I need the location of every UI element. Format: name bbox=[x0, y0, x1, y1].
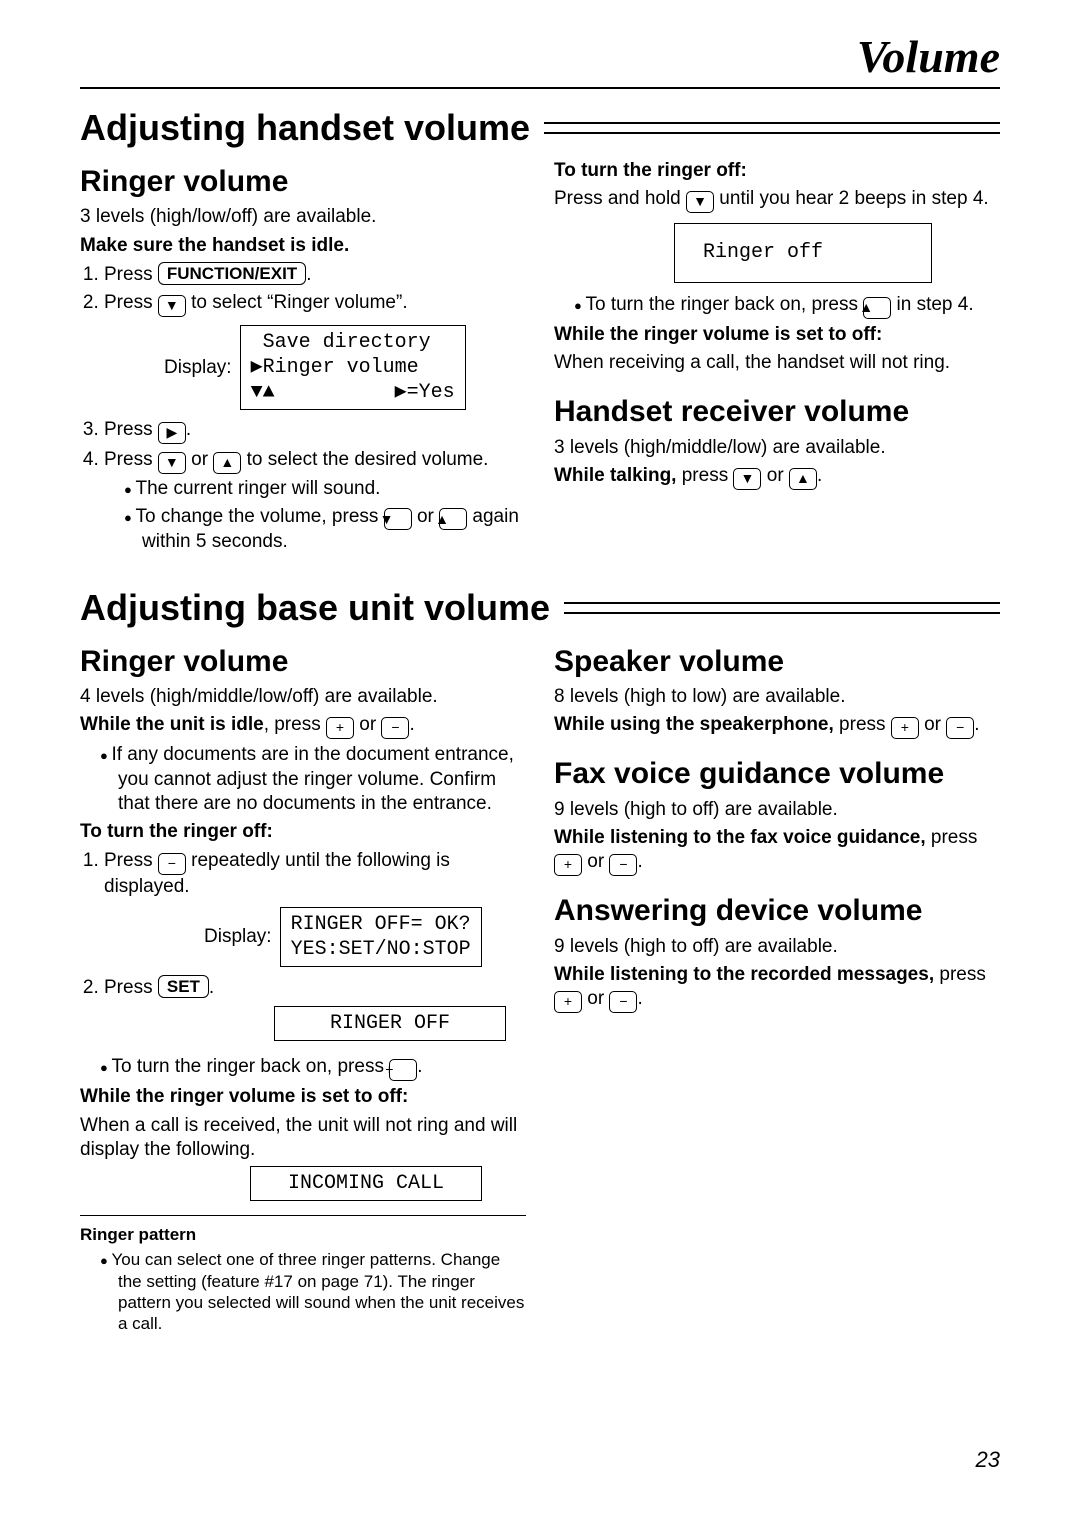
two-column-layout: Ringer volume 4 levels (high/middle/low/… bbox=[80, 635, 1000, 1338]
speaker-intro: 8 levels (high to low) are available. bbox=[554, 685, 1000, 709]
bullet-list: You can select one of three ringer patte… bbox=[80, 1249, 526, 1334]
lcd-display: INCOMING CALL bbox=[250, 1166, 482, 1201]
chapter-title: Volume bbox=[80, 30, 1000, 89]
ringer-off-text: Press and hold ▼ until you hear 2 beeps … bbox=[554, 187, 1000, 213]
set-key: SET bbox=[158, 975, 209, 998]
display-label: Display: bbox=[164, 356, 232, 380]
plus-key: + bbox=[389, 1059, 417, 1081]
down-key: ▼ bbox=[384, 508, 412, 530]
sub-bullets: The current ringer will sound. To change… bbox=[104, 477, 526, 555]
section-heading: Adjusting base unit volume bbox=[80, 587, 1000, 629]
bullet: If any documents are in the document ent… bbox=[100, 743, 526, 816]
down-key: ▼ bbox=[158, 452, 186, 474]
bullet-list: To turn the ringer back on, press +. bbox=[80, 1055, 526, 1081]
intro-text: 4 levels (high/middle/low/off) are avail… bbox=[80, 685, 526, 709]
subheading-speaker: Speaker volume bbox=[554, 643, 1000, 681]
footnote-heading: Ringer pattern bbox=[80, 1224, 526, 1245]
divider bbox=[80, 1215, 526, 1216]
heading-rule bbox=[564, 602, 1000, 614]
subheading-ringer: Ringer volume bbox=[80, 643, 526, 681]
plus-key: + bbox=[891, 717, 919, 739]
receiver-instruction: While talking, press ▼ or ▲. bbox=[554, 464, 1000, 490]
manual-page: Volume Adjusting handset volume Ringer v… bbox=[0, 0, 1080, 1513]
lcd-display: RINGER OFF bbox=[274, 1006, 506, 1041]
bullet: To turn the ringer back on, press +. bbox=[100, 1055, 526, 1081]
subheading-fax: Fax voice guidance volume bbox=[554, 755, 1000, 793]
plus-key: + bbox=[326, 717, 354, 739]
minus-key: − bbox=[946, 717, 974, 739]
lcd-display: Save directory ▶Ringer volume ▼▲ ▶=Yes bbox=[240, 325, 466, 410]
step-4: Press ▼ or ▲ to select the desired volum… bbox=[104, 448, 526, 555]
while-off-heading: While the ringer volume is set to off: bbox=[80, 1085, 526, 1109]
bullet-list: If any documents are in the document ent… bbox=[80, 743, 526, 816]
display-label: Display: bbox=[204, 925, 272, 949]
up-key: ▲ bbox=[213, 452, 241, 474]
down-key: ▼ bbox=[686, 191, 714, 213]
speaker-instruction: While using the speakerphone, press + or… bbox=[554, 713, 1000, 739]
ringer-off-heading: To turn the ringer off: bbox=[554, 159, 1000, 183]
step-2: Press SET. RINGER OFF bbox=[104, 975, 526, 1041]
idle-note: Make sure the handset is idle. bbox=[80, 234, 526, 258]
while-off-text: When a call is received, the unit will n… bbox=[80, 1114, 526, 1163]
while-off-text: When receiving a call, the handset will … bbox=[554, 351, 1000, 375]
bullet: To turn the ringer back on, press ▲ in s… bbox=[574, 293, 1000, 319]
subheading-answering: Answering device volume bbox=[554, 892, 1000, 930]
heading-rule bbox=[544, 122, 1000, 134]
left-column: Ringer volume 4 levels (high/middle/low/… bbox=[80, 635, 526, 1338]
intro-text: 3 levels (high/low/off) are available. bbox=[80, 205, 526, 229]
left-column: Ringer volume 3 levels (high/low/off) ar… bbox=[80, 155, 526, 559]
bullet-list: To turn the ringer back on, press ▲ in s… bbox=[554, 293, 1000, 319]
lcd-display-row: Display: RINGER OFF= OK? YES:SET/NO:STOP bbox=[204, 907, 526, 967]
plus-key: + bbox=[554, 991, 582, 1013]
fax-intro: 9 levels (high to off) are available. bbox=[554, 798, 1000, 822]
minus-key: − bbox=[609, 854, 637, 876]
step-2: Press ▼ to select “Ringer volume”. Displ… bbox=[104, 291, 526, 410]
down-key: ▼ bbox=[733, 468, 761, 490]
fax-instruction: While listening to the fax voice guidanc… bbox=[554, 826, 1000, 876]
step-1: Press FUNCTION/EXIT. bbox=[104, 262, 526, 287]
up-key: ▲ bbox=[439, 508, 467, 530]
two-column-layout: Ringer volume 3 levels (high/low/off) ar… bbox=[80, 155, 1000, 559]
while-off-heading: While the ringer volume is set to off: bbox=[554, 323, 1000, 347]
function-exit-key: FUNCTION/EXIT bbox=[158, 262, 306, 285]
bullet: You can select one of three ringer patte… bbox=[100, 1249, 526, 1334]
footnote: Ringer pattern You can select one of thr… bbox=[80, 1224, 526, 1334]
subheading-ringer: Ringer volume bbox=[80, 163, 526, 201]
right-column: To turn the ringer off: Press and hold ▼… bbox=[554, 155, 1000, 559]
bullet: To change the volume, press ▼ or ▲ again… bbox=[124, 505, 526, 555]
ans-instruction: While listening to the recorded messages… bbox=[554, 963, 1000, 1013]
section-heading: Adjusting handset volume bbox=[80, 107, 1000, 149]
section-title-text: Adjusting base unit volume bbox=[80, 587, 550, 629]
idle-instruction: While the unit is idle, press + or −. bbox=[80, 713, 526, 739]
step-list: Press − repeatedly until the following i… bbox=[80, 849, 526, 1042]
step-3: Press ▶. bbox=[104, 418, 526, 444]
ringer-off-heading: To turn the ringer off: bbox=[80, 820, 526, 844]
up-key: ▲ bbox=[789, 468, 817, 490]
minus-key: − bbox=[381, 717, 409, 739]
bullet: The current ringer will sound. bbox=[124, 477, 526, 501]
right-column: Speaker volume 8 levels (high to low) ar… bbox=[554, 635, 1000, 1338]
lcd-display-row: Display: Save directory ▶Ringer volume ▼… bbox=[164, 325, 526, 410]
section-title-text: Adjusting handset volume bbox=[80, 107, 530, 149]
ans-intro: 9 levels (high to off) are available. bbox=[554, 935, 1000, 959]
step-1: Press − repeatedly until the following i… bbox=[104, 849, 526, 967]
minus-key: − bbox=[158, 853, 186, 875]
down-key: ▼ bbox=[158, 295, 186, 317]
minus-key: − bbox=[609, 991, 637, 1013]
plus-key: + bbox=[554, 854, 582, 876]
step-list: Press FUNCTION/EXIT. Press ▼ to select “… bbox=[80, 262, 526, 555]
play-key: ▶ bbox=[158, 422, 186, 444]
up-key: ▲ bbox=[863, 297, 891, 319]
receiver-intro: 3 levels (high/middle/low) are available… bbox=[554, 436, 1000, 460]
page-number: 23 bbox=[80, 1447, 1000, 1473]
subheading-receiver: Handset receiver volume bbox=[554, 393, 1000, 431]
lcd-display: RINGER OFF= OK? YES:SET/NO:STOP bbox=[280, 907, 482, 967]
lcd-display: Ringer off bbox=[674, 223, 932, 283]
